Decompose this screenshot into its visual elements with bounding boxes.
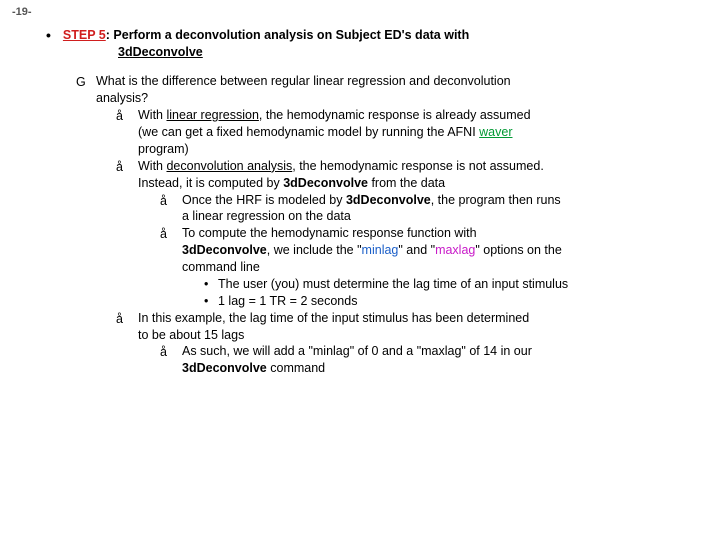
text: 1 lag = 1 TR = 2 seconds xyxy=(218,294,357,308)
text: To compute the hemodynamic response func… xyxy=(182,226,477,240)
option-maxlag: maxlag xyxy=(435,243,475,257)
marker-icon: å xyxy=(116,311,123,328)
text: from the data xyxy=(368,176,445,190)
text: , the hemodynamic response is already as… xyxy=(259,108,531,122)
marker-icon: å xyxy=(160,226,167,243)
step-label: STEP 5 xyxy=(63,28,106,42)
program-name: 3dDeconvolve xyxy=(346,193,431,207)
slide-content: • STEP 5: Perform a deconvolution analys… xyxy=(0,0,720,377)
program-name: waver xyxy=(479,125,512,139)
marker-icon: å xyxy=(160,193,167,210)
step-rest: Perform a deconvolution analysis on Subj… xyxy=(113,28,469,42)
option-minlag: minlag xyxy=(362,243,399,257)
program-name: 3dDeconvolve xyxy=(182,361,267,375)
marker-icon: å xyxy=(160,344,167,361)
bullet-level4: • The user (you) must determine the lag … xyxy=(204,276,690,293)
marker-icon: å xyxy=(116,108,123,125)
text: command line xyxy=(182,260,260,274)
marker-icon: å xyxy=(116,159,123,176)
text: a linear regression on the data xyxy=(182,209,351,223)
text: Once the HRF is modeled by xyxy=(182,193,346,207)
text: , the program then runs xyxy=(431,193,561,207)
text: , we include the " xyxy=(267,243,362,257)
text: In this example, the lag time of the inp… xyxy=(138,311,529,325)
step-title-line1: STEP 5: Perform a deconvolution analysis… xyxy=(63,28,469,42)
underlined-term: deconvolution analysis xyxy=(166,159,292,173)
marker-icon: G xyxy=(76,74,86,91)
bullet-icon: • xyxy=(204,276,208,293)
program-name: 3dDeconvolve xyxy=(182,243,267,257)
bullet-level3: å As such, we will add a "minlag" of 0 a… xyxy=(160,343,690,377)
text: What is the difference between regular l… xyxy=(96,74,511,88)
bullet-level3: å Once the HRF is modeled by 3dDeconvolv… xyxy=(160,192,690,226)
text: command xyxy=(267,361,325,375)
text: " and " xyxy=(398,243,435,257)
text: analysis? xyxy=(96,91,148,105)
text: " options on the xyxy=(475,243,561,257)
step-heading: • STEP 5: Perform a deconvolution analys… xyxy=(46,28,690,43)
program-name: 3dDeconvolve xyxy=(283,176,368,190)
bullet-level4: • 1 lag = 1 TR = 2 seconds xyxy=(204,293,690,310)
bullet-level2: å With linear regression, the hemodynami… xyxy=(116,107,690,158)
text: , the hemodynamic response is not assume… xyxy=(292,159,544,173)
bullet-level3: å To compute the hemodynamic response fu… xyxy=(160,225,690,309)
text: Instead, it is computed by xyxy=(138,176,283,190)
step-title-line2: 3dDeconvolve xyxy=(118,45,690,59)
text: With xyxy=(138,108,166,122)
text: As such, we will add a "minlag" of 0 and… xyxy=(182,344,532,358)
bullet-icon: • xyxy=(204,293,208,310)
text: The user (you) must determine the lag ti… xyxy=(218,277,568,291)
underlined-term: linear regression xyxy=(166,108,258,122)
bullet-level2: å In this example, the lag time of the i… xyxy=(116,310,690,378)
text: to be about 15 lags xyxy=(138,328,244,342)
bullet-level1: G What is the difference between regular… xyxy=(76,73,690,377)
bullet-level2: å With deconvolution analysis, the hemod… xyxy=(116,158,690,310)
page-number: -19- xyxy=(12,6,32,18)
text: With xyxy=(138,159,166,173)
text: (we can get a fixed hemodynamic model by… xyxy=(138,125,479,139)
text: program) xyxy=(138,142,189,156)
bullet-icon: • xyxy=(46,28,51,43)
